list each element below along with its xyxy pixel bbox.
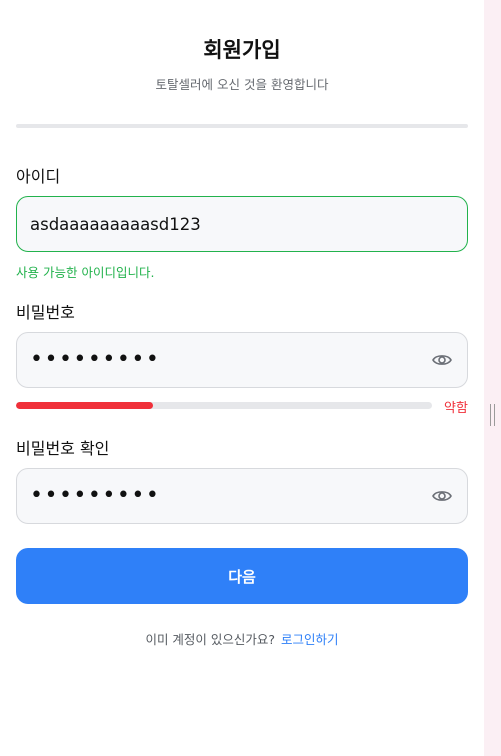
id-availability-message: 사용 가능한 아이디입니다. [16,265,155,280]
password-confirm-input-value: ••••••••• [30,483,161,508]
login-link[interactable]: 로그인하기 [281,632,339,647]
password-input[interactable]: ••••••••• [16,332,468,388]
eye-icon[interactable] [431,349,453,371]
login-prompt: 이미 계정이 있으신가요? 로그인하기 [16,629,468,648]
id-input[interactable]: asdaaaaaaaaasd123 [16,196,468,252]
eye-icon[interactable] [431,485,453,507]
password-confirm-input[interactable]: ••••••••• [16,468,468,524]
password-strength-bar [16,402,432,409]
password-confirm-label: 비밀번호 확인 [16,439,110,458]
resize-handle[interactable] [490,404,495,426]
signup-page: 회원가입 토탈셀러에 오신 것을 환영합니다 아이디 asdaaaaaaaaas… [0,0,501,756]
password-strength-fill [16,402,154,409]
page-subtitle: 토탈셀러에 오신 것을 환영합니다 [155,77,329,92]
password-input-value: ••••••••• [30,347,161,372]
login-prompt-text: 이미 계정이 있으신가요? [145,632,276,647]
password-label: 비밀번호 [16,303,75,322]
id-input-value: asdaaaaaaaaasd123 [30,214,201,234]
id-label: 아이디 [16,167,61,186]
side-panel-edge [484,0,501,756]
header-divider [16,124,468,128]
page-title: 회원가입 [203,38,281,62]
password-strength-label: 약함 [444,401,468,416]
next-button[interactable]: 다음 [16,548,468,604]
